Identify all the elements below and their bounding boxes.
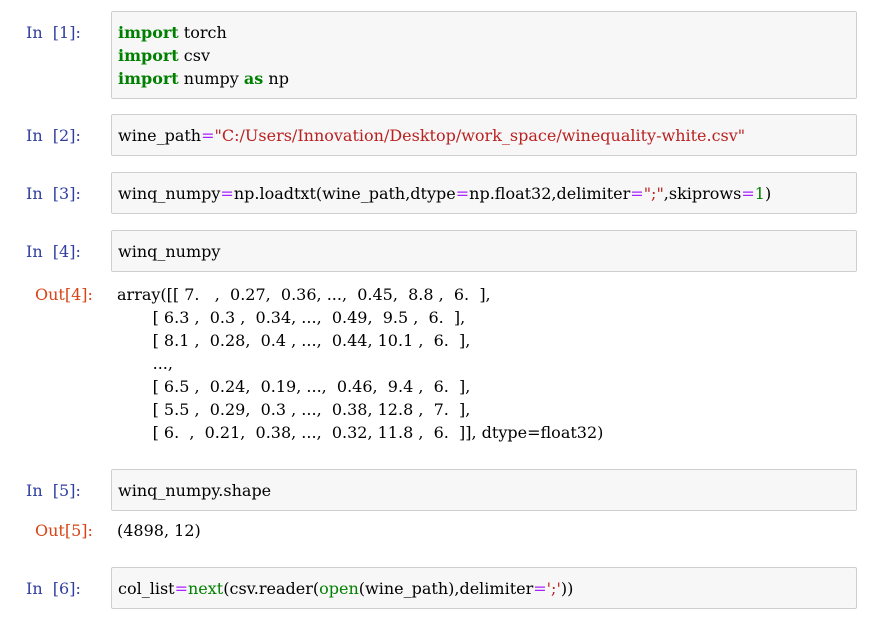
code-token: next bbox=[188, 579, 224, 598]
code-line: import torch bbox=[118, 21, 289, 44]
code-text: import torch import csv import numpy as np bbox=[118, 21, 289, 90]
output-line: [ 5.5 , 0.29, 0.3 , ..., 0.38, 12.8 , 7.… bbox=[117, 400, 471, 419]
code-token: (csv.reader( bbox=[223, 579, 320, 598]
output-prompt: Out[4]: bbox=[35, 285, 93, 304]
code-line: import numpy as np bbox=[118, 67, 289, 90]
code-line: winq_numpy.shape bbox=[118, 479, 271, 502]
notebook: In [1]: import torch import csv import num… bbox=[0, 0, 880, 622]
code-line: winq_numpy=np.loadtxt(wine_path,dtype=np… bbox=[118, 182, 771, 205]
code-token: import bbox=[118, 69, 179, 88]
code-token: winq_numpy bbox=[118, 184, 221, 203]
code-token: "C:/Users/Innovation/Desktop/work_space/… bbox=[214, 126, 746, 145]
code-input-area[interactable]: winq_numpy bbox=[111, 230, 857, 272]
code-token: np.loadtxt(wine_path,dtype bbox=[233, 184, 456, 203]
code-line: winq_numpy bbox=[118, 240, 220, 263]
code-token: (wine_path),delimiter bbox=[358, 579, 534, 598]
code-input-area[interactable]: wine_path="C:/Users/Innovation/Desktop/w… bbox=[111, 114, 857, 156]
code-token: open bbox=[319, 579, 359, 598]
code-token: csv bbox=[178, 46, 210, 65]
code-token: winq_numpy.shape bbox=[118, 481, 272, 500]
code-input-area[interactable]: import torch import csv import numpy as np bbox=[111, 11, 857, 99]
output-text: (4898, 12) bbox=[117, 519, 201, 542]
input-prompt: In [3]: bbox=[26, 184, 81, 203]
code-token: = bbox=[533, 579, 547, 598]
code-token: ) bbox=[764, 184, 772, 203]
output-line: ..., bbox=[117, 354, 173, 373]
code-token: wine_path bbox=[118, 126, 202, 145]
code-token: numpy bbox=[178, 69, 244, 88]
code-input-area[interactable]: col_list=next(csv.reader(open(wine_path)… bbox=[111, 567, 857, 609]
code-token: = bbox=[630, 184, 644, 203]
input-prompt: In [1]: bbox=[26, 23, 81, 42]
code-token: torch bbox=[178, 23, 227, 42]
code-token: ";" bbox=[643, 184, 664, 203]
code-text: wine_path="C:/Users/Innovation/Desktop/w… bbox=[118, 124, 745, 147]
code-token: 1 bbox=[754, 184, 765, 203]
output-line: array([[ 7. , 0.27, 0.36, ..., 0.45, 8.8… bbox=[117, 285, 491, 304]
input-prompt: In [2]: bbox=[26, 126, 81, 145]
code-token: import bbox=[118, 46, 179, 65]
output-line: (4898, 12) bbox=[117, 521, 201, 540]
input-prompt: In [6]: bbox=[26, 579, 81, 598]
code-token: ,skiprows bbox=[663, 184, 742, 203]
output-line: [ 6.3 , 0.3 , 0.34, ..., 0.49, 9.5 , 6. … bbox=[117, 308, 466, 327]
code-text: winq_numpy bbox=[118, 240, 220, 263]
code-token: np bbox=[263, 69, 289, 88]
code-token: np.float32,delimiter bbox=[469, 184, 631, 203]
output-line: [ 6.5 , 0.24, 0.19, ..., 0.46, 9.4 , 6. … bbox=[117, 377, 471, 396]
code-text: winq_numpy=np.loadtxt(wine_path,dtype=np… bbox=[118, 182, 771, 205]
code-token: = bbox=[741, 184, 755, 203]
code-input-area[interactable]: winq_numpy=np.loadtxt(wine_path,dtype=np… bbox=[111, 172, 857, 214]
code-token: winq_numpy bbox=[118, 242, 221, 261]
code-token: = bbox=[220, 184, 234, 203]
code-token: ';' bbox=[546, 579, 561, 598]
code-token: = bbox=[201, 126, 215, 145]
code-line: col_list=next(csv.reader(open(wine_path)… bbox=[118, 577, 573, 600]
code-token: )) bbox=[560, 579, 574, 598]
output-text: array([[ 7. , 0.27, 0.36, ..., 0.45, 8.8… bbox=[117, 283, 603, 444]
code-line: wine_path="C:/Users/Innovation/Desktop/w… bbox=[118, 124, 745, 147]
output-line: [ 6. , 0.21, 0.38, ..., 0.32, 11.8 , 6. … bbox=[117, 423, 604, 442]
code-token: = bbox=[174, 579, 188, 598]
code-token: = bbox=[455, 184, 470, 203]
output-prompt: Out[5]: bbox=[35, 521, 93, 540]
output-line: [ 8.1 , 0.28, 0.4 , ..., 0.44, 10.1 , 6.… bbox=[117, 331, 471, 350]
code-text: winq_numpy.shape bbox=[118, 479, 271, 502]
code-text: col_list=next(csv.reader(open(wine_path)… bbox=[118, 577, 573, 600]
code-input-area[interactable]: winq_numpy.shape bbox=[111, 469, 857, 511]
code-token: as bbox=[243, 69, 264, 88]
code-token: col_list bbox=[118, 579, 175, 598]
code-line: import csv bbox=[118, 44, 289, 67]
code-token: import bbox=[118, 23, 179, 42]
input-prompt: In [4]: bbox=[26, 242, 81, 261]
input-prompt: In [5]: bbox=[26, 481, 81, 500]
